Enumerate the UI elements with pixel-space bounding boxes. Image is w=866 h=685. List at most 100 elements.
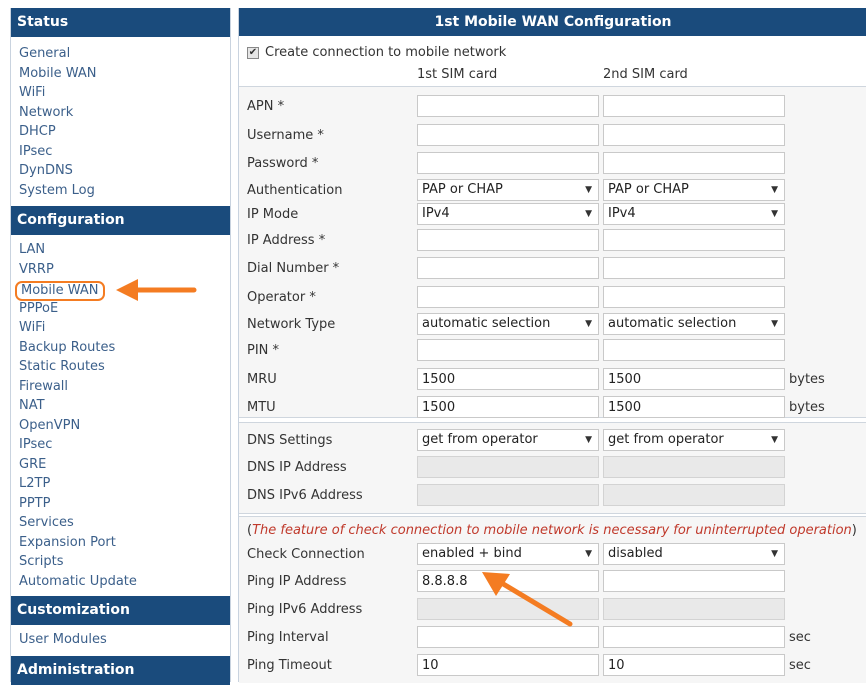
- mtu-unit: bytes: [789, 400, 825, 415]
- annotation-arrow-icon: [482, 572, 573, 627]
- nav-user-modules[interactable]: User Modules: [19, 630, 107, 650]
- nav-config-scripts[interactable]: Scripts: [19, 552, 137, 572]
- nav-status-network[interactable]: Network: [19, 103, 97, 123]
- ip-mode-sim2-value: IPv4: [608, 206, 636, 221]
- network-type-sim2-select[interactable]: automatic selection ▼: [603, 313, 785, 335]
- network-type-sim1-select[interactable]: automatic selection ▼: [417, 313, 599, 335]
- caret-down-icon: ▼: [585, 319, 592, 329]
- nav-config-automatic-update[interactable]: Automatic Update: [19, 572, 137, 592]
- ip-mode-sim1-value: IPv4: [422, 206, 450, 221]
- dns-settings-sim1-select[interactable]: get from operator ▼: [417, 429, 599, 451]
- authentication-sim1-select[interactable]: PAP or CHAP ▼: [417, 179, 599, 201]
- ping-interval-unit: sec: [789, 630, 811, 645]
- apn-sim2-input[interactable]: [603, 95, 785, 117]
- caret-down-icon: ▼: [585, 209, 592, 219]
- username-sim2-input[interactable]: [603, 124, 785, 146]
- operator-sim1-input[interactable]: [417, 286, 599, 308]
- dial-number-sim2-input[interactable]: [603, 257, 785, 279]
- authentication-sim2-value: PAP or CHAP: [608, 182, 689, 197]
- caret-down-icon: ▼: [585, 549, 592, 559]
- caret-down-icon: ▼: [585, 185, 592, 195]
- authentication-sim2-select[interactable]: PAP or CHAP ▼: [603, 179, 785, 201]
- ping-timeout-unit: sec: [789, 658, 811, 673]
- nav-status-general[interactable]: General: [19, 44, 97, 64]
- username-label: Username *: [247, 128, 324, 143]
- caret-down-icon: ▼: [771, 319, 778, 329]
- administration-section-header: Administration: [11, 656, 230, 685]
- apn-sim1-input[interactable]: [417, 95, 599, 117]
- sim1-column-header: 1st SIM card: [417, 67, 498, 82]
- nav-config-static-routes[interactable]: Static Routes: [19, 357, 137, 377]
- nav-config-expansion-port[interactable]: Expansion Port: [19, 533, 137, 553]
- dns-settings-sim2-value: get from operator: [608, 432, 724, 447]
- nav-config-nat[interactable]: NAT: [19, 396, 137, 416]
- ip-mode-sim2-select[interactable]: IPv4 ▼: [603, 203, 785, 225]
- mru-sim1-input[interactable]: [417, 368, 599, 390]
- mru-sim2-input[interactable]: [603, 368, 785, 390]
- pin-sim2-input[interactable]: [603, 339, 785, 361]
- nav-config-gre[interactable]: GRE: [19, 455, 137, 475]
- nav-config-firewall[interactable]: Firewall: [19, 377, 137, 397]
- nav-status-dyndns[interactable]: DynDNS: [19, 161, 97, 181]
- check-connection-label: Check Connection: [247, 547, 365, 562]
- check-connection-sim2-select[interactable]: disabled ▼: [603, 543, 785, 565]
- network-type-sim1-value: automatic selection: [422, 316, 551, 331]
- authentication-sim1-value: PAP or CHAP: [422, 182, 503, 197]
- dns-settings-label: DNS Settings: [247, 433, 333, 448]
- dns-ipv6-sim1-input: [417, 484, 599, 506]
- ip-address-sim1-input[interactable]: [417, 229, 599, 251]
- ping-timeout-label: Ping Timeout: [247, 658, 332, 673]
- nav-config-openvpn[interactable]: OpenVPN: [19, 416, 137, 436]
- ip-mode-sim1-select[interactable]: IPv4 ▼: [417, 203, 599, 225]
- dns-ipv6-label: DNS IPv6 Address: [247, 488, 363, 503]
- dns-settings-sim2-select[interactable]: get from operator ▼: [603, 429, 785, 451]
- nav-config-wifi[interactable]: WiFi: [19, 318, 137, 338]
- mtu-label: MTU: [247, 400, 276, 415]
- operator-sim2-input[interactable]: [603, 286, 785, 308]
- check-connection-sim1-select[interactable]: enabled + bind ▼: [417, 543, 599, 565]
- dial-number-sim1-input[interactable]: [417, 257, 599, 279]
- caret-down-icon: ▼: [771, 549, 778, 559]
- check-connection-notice: (The feature of check connection to mobi…: [247, 523, 857, 538]
- ping-interval-sim2-input[interactable]: [603, 626, 785, 648]
- password-sim1-input[interactable]: [417, 152, 599, 174]
- nav-status-dhcp[interactable]: DHCP: [19, 122, 97, 142]
- nav-config-pptp[interactable]: PPTP: [19, 494, 137, 514]
- configuration-section-header: Configuration: [11, 206, 230, 235]
- caret-down-icon: ▼: [585, 435, 592, 445]
- ping-timeout-sim1-input[interactable]: [417, 654, 599, 676]
- status-section-header: Status: [11, 8, 230, 37]
- ping-timeout-sim2-input[interactable]: [603, 654, 785, 676]
- mtu-sim1-input[interactable]: [417, 396, 599, 418]
- ip-mode-label: IP Mode: [247, 207, 299, 222]
- sidebar: Status General Mobile WAN WiFi Network D…: [10, 8, 231, 685]
- caret-down-icon: ▼: [771, 435, 778, 445]
- nav-config-l2tp[interactable]: L2TP: [19, 474, 137, 494]
- sim-settings-panel: APN * Username * Password * Authenticati…: [239, 86, 866, 418]
- nav-config-ipsec[interactable]: IPsec: [19, 435, 137, 455]
- ip-address-sim2-input[interactable]: [603, 229, 785, 251]
- create-connection-checkbox[interactable]: ✔: [247, 46, 259, 59]
- check-connection-sim2-value: disabled: [608, 546, 663, 561]
- nav-status-wifi[interactable]: WiFi: [19, 83, 97, 103]
- ping-ip-label: Ping IP Address: [247, 574, 347, 589]
- nav-status-mobile-wan[interactable]: Mobile WAN: [19, 64, 97, 84]
- password-label: Password *: [247, 156, 319, 171]
- nav-status-ipsec[interactable]: IPsec: [19, 142, 97, 162]
- page-title: 1st Mobile WAN Configuration: [239, 8, 866, 36]
- ip-address-label: IP Address *: [247, 233, 326, 248]
- nav-config-lan[interactable]: LAN: [19, 240, 137, 260]
- nav-config-services[interactable]: Services: [19, 513, 137, 533]
- caret-down-icon: ▼: [771, 209, 778, 219]
- nav-status-system-log[interactable]: System Log: [19, 181, 97, 201]
- ping-ip-sim2-input[interactable]: [603, 570, 785, 592]
- username-sim1-input[interactable]: [417, 124, 599, 146]
- dns-settings-sim1-value: get from operator: [422, 432, 538, 447]
- nav-config-backup-routes[interactable]: Backup Routes: [19, 338, 137, 358]
- pin-sim1-input[interactable]: [417, 339, 599, 361]
- network-type-sim2-value: automatic selection: [608, 316, 737, 331]
- check-connection-sim1-value: enabled + bind: [422, 546, 522, 561]
- mtu-sim2-input[interactable]: [603, 396, 785, 418]
- mru-label: MRU: [247, 372, 277, 387]
- password-sim2-input[interactable]: [603, 152, 785, 174]
